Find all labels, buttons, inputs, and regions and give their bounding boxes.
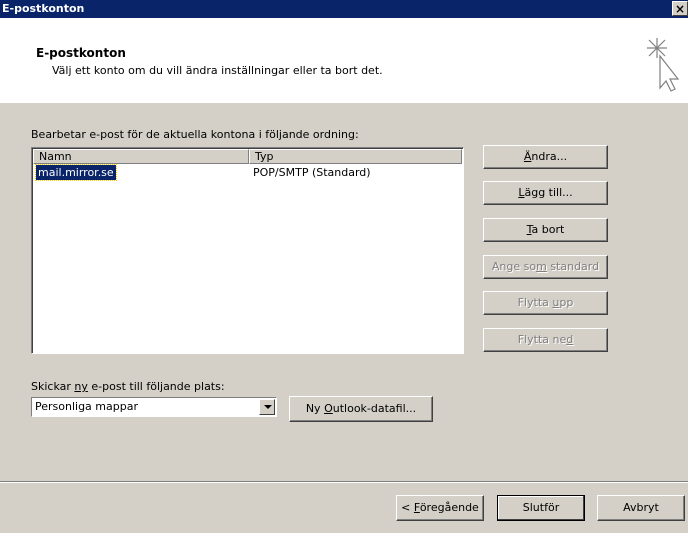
close-button[interactable]: ×: [672, 1, 688, 16]
account-name-cell[interactable]: mail.mirror.se: [35, 164, 117, 181]
delivery-location-select[interactable]: Personliga mappar: [31, 397, 277, 417]
wizard-header: E-postkonton Välj ett konto om du vill ä…: [0, 18, 688, 103]
page-subtitle: Välj ett konto om du vill ändra inställn…: [52, 64, 383, 77]
set-default-button[interactable]: Ange som standard: [483, 255, 608, 279]
move-down-button[interactable]: Flytta ned: [483, 328, 608, 352]
account-type-cell: POP/SMTP (Standard): [253, 166, 371, 179]
back-button[interactable]: < Föregående: [396, 495, 484, 521]
delivery-location-value: Personliga mappar: [35, 400, 138, 413]
column-header-name[interactable]: Namn: [33, 149, 249, 164]
table-row[interactable]: mail.mirror.se POP/SMTP (Standard): [34, 164, 461, 181]
delivery-label: Skickar ny e-post till följande plats:: [31, 380, 225, 393]
cancel-button[interactable]: Avbryt: [597, 495, 685, 521]
footer-divider: [0, 481, 688, 483]
chevron-down-icon[interactable]: [259, 399, 275, 415]
change-button[interactable]: Ändra...: [483, 145, 608, 169]
accounts-list[interactable]: Namn Typ mail.mirror.se POP/SMTP (Standa…: [31, 147, 464, 354]
remove-button[interactable]: Ta bort: [483, 218, 608, 242]
close-icon: ×: [674, 2, 686, 16]
accounts-label: Bearbetar e-post för de aktuella kontona…: [31, 128, 359, 141]
page-title: E-postkonton: [36, 46, 126, 60]
add-button[interactable]: Lägg till...: [483, 181, 608, 205]
window-title: E-postkonton: [2, 2, 85, 15]
column-header-type[interactable]: Typ: [249, 149, 462, 164]
new-outlook-datafile-button[interactable]: Ny Outlook-datafil...: [289, 396, 433, 422]
header-divider: [0, 102, 688, 103]
finish-button[interactable]: Slutför: [497, 495, 585, 521]
title-bar: E-postkonton ×: [0, 0, 688, 18]
move-up-button[interactable]: Flytta upp: [483, 291, 608, 315]
wizard-cursor-icon: [647, 38, 680, 92]
